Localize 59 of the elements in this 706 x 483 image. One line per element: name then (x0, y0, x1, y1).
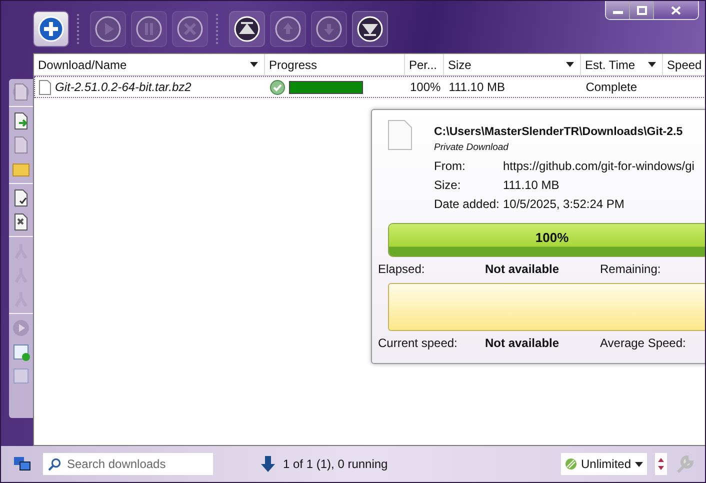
field-label: Size: (434, 178, 462, 192)
column-header[interactable]: Est. Time (581, 54, 664, 75)
stat-value: Not available (485, 262, 560, 276)
search-field[interactable]: Search downloads (43, 453, 213, 475)
field-value: 10/5/2025, 3:52:24 PM (503, 196, 624, 210)
caret-icon (648, 62, 656, 67)
stat-label: Elapsed: (378, 262, 426, 276)
column-label: Progress (269, 58, 318, 72)
zip-file-icon[interactable] (12, 213, 30, 231)
file-name: Git-2.51.0.2-64-bit.tar.bz2 (55, 80, 192, 94)
download-type: Private Download (434, 142, 510, 153)
column-header[interactable]: Speed (663, 54, 705, 75)
spin-buttons[interactable] (655, 453, 667, 475)
status-text: 1 of 1 (1), 0 running (283, 457, 388, 471)
column-header[interactable]: Progress (265, 54, 405, 75)
field-label: From: (434, 158, 466, 172)
field-label: Date added: (434, 196, 500, 210)
close-icon (671, 6, 681, 14)
progress-percent: 100% (534, 230, 570, 245)
download-row[interactable]: Git-2.51.0.2-64-bit.tar.bz2 100% 111.10 MB Complete (34, 76, 705, 98)
size-text: 111.10 MB (448, 80, 506, 94)
file-path: C:\Users\MasterSlenderTR\Downloads\Git-2.5 (434, 126, 684, 138)
est-time-text: Complete (584, 80, 638, 94)
speed-limit-dropdown[interactable]: Unlimited (560, 453, 647, 475)
stat-label: Remaining: (600, 262, 661, 276)
column-label: Per... (409, 58, 438, 72)
percent-text: 100% (409, 80, 442, 94)
file-icon (39, 80, 51, 94)
column-label: Size (448, 58, 472, 72)
speed-icon (564, 458, 577, 470)
add-list-icon[interactable] (12, 343, 30, 361)
column-label: Speed (667, 58, 702, 72)
column-header[interactable]: Download/Name (34, 54, 265, 75)
maximize-button[interactable] (630, 1, 654, 19)
add-file-icon[interactable] (12, 112, 30, 130)
column-label: Est. Time (585, 58, 636, 72)
check-file-icon[interactable] (12, 189, 30, 207)
close-button[interactable] (654, 1, 698, 19)
top-button[interactable] (229, 11, 265, 47)
minimize-button[interactable] (606, 1, 630, 19)
stat-label: Current speed: (378, 336, 458, 350)
stat-label: Average Speed: (600, 336, 686, 350)
search-input[interactable]: Search downloads (67, 457, 207, 471)
computers-icon[interactable] (13, 456, 31, 472)
file-icon (388, 120, 412, 150)
column-header[interactable]: Size (444, 54, 582, 75)
caret-icon (635, 462, 643, 466)
field-value: 111.10 MB (503, 178, 560, 192)
bottom-button[interactable] (352, 11, 388, 47)
field-value: https://github.com/git-for-windows/gi (503, 158, 694, 172)
column-header[interactable]: Per... (405, 54, 444, 75)
column-label: Download/Name (38, 58, 127, 72)
add-button[interactable] (33, 11, 69, 47)
download-arrow-icon (261, 456, 275, 472)
maximize-icon (636, 6, 646, 14)
search-icon (48, 458, 61, 470)
stat-value: Not available (485, 336, 560, 350)
caret-icon (250, 62, 258, 67)
caret-icon (566, 62, 574, 67)
